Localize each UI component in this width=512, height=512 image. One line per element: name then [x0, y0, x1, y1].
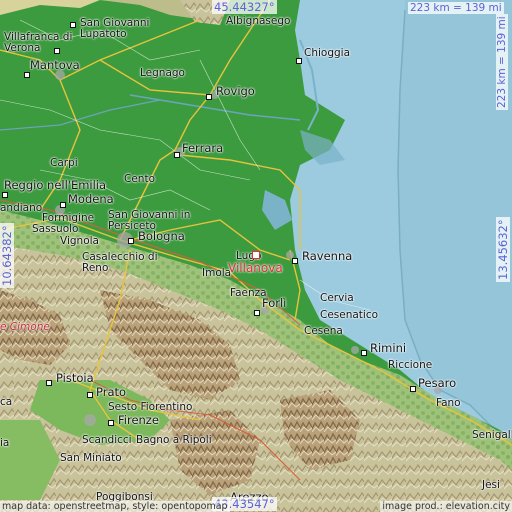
scale-right: 223 km = 139 mi — [496, 14, 508, 110]
coord-top: 45.44327° — [212, 0, 277, 14]
place-dot — [2, 192, 8, 198]
place-dot — [60, 202, 66, 208]
target-place-label: Villanova — [228, 261, 283, 275]
place-casalecchio: Casalecchio di Reno — [82, 251, 158, 274]
place-modena: Modena — [68, 192, 114, 206]
place-san-giovanni-lupatoto: San Giovanni Lupatoto — [80, 17, 150, 40]
place-ravenna: Ravenna — [302, 249, 353, 263]
place-imola: Imola — [202, 267, 232, 279]
place-formigine: Formigine — [42, 212, 95, 224]
scale-top: 223 km = 139 mi — [408, 2, 504, 14]
place-scandicci: Scandicci — [82, 434, 132, 446]
coord-right: 13.45632° — [496, 217, 510, 282]
place-legnago: Legnago — [140, 67, 185, 79]
place-dot — [296, 58, 302, 64]
place-cervia: Cervia — [320, 292, 354, 304]
place-dot — [128, 238, 134, 244]
place-dot — [70, 22, 76, 28]
place-pescia: ia — [0, 437, 10, 449]
place-senigallia: Senigalli — [472, 429, 512, 441]
image-credit: image prod.: elevation.city — [380, 501, 512, 512]
place-albignasego: Albignasego — [226, 15, 291, 27]
place-lucca: ca — [0, 396, 13, 408]
place-dot — [174, 152, 180, 158]
place-cesena: Cesena — [304, 325, 343, 337]
peak-monte-cimone: e Cimone — [0, 321, 50, 333]
place-bologna: Bologna — [138, 229, 185, 243]
place-cesenatico: Cesenatico — [320, 309, 379, 321]
place-firenze: Firenze — [118, 413, 159, 427]
place-bagno-a-ripoli: Bagno a Ripoli — [136, 434, 212, 446]
place-san-miniato: San Miniato — [60, 452, 122, 464]
topographic-map[interactable]: San Giovanni Lupatoto Villafranca di Veron… — [0, 0, 512, 512]
place-pesaro: Pesaro — [418, 376, 457, 390]
place-scandiano: andiano — [0, 202, 43, 214]
place-chioggia: Chioggia — [304, 47, 351, 59]
place-dot — [361, 350, 367, 356]
place-carpi: Carpi — [50, 157, 78, 169]
coord-left: 10.64382° — [0, 223, 14, 288]
place-dot — [292, 258, 298, 264]
place-sesto-fiorentino: Sesto Fiorentino — [108, 401, 193, 413]
map-credit: map data: openstreetmap, style: opentopo… — [0, 501, 230, 512]
place-dot — [108, 420, 114, 426]
place-villafranca: Villafranca di Verona — [4, 31, 73, 54]
place-dot — [410, 386, 416, 392]
place-dot — [206, 94, 212, 100]
place-fano: Fano — [436, 397, 461, 409]
place-riccione: Riccione — [388, 359, 433, 371]
place-jesi: Jesi — [482, 479, 500, 491]
place-ferrara: Ferrara — [182, 141, 224, 155]
place-rovigo: Rovigo — [216, 84, 255, 98]
place-pistoia: Pistoia — [56, 371, 94, 385]
location-marker[interactable] — [252, 251, 260, 259]
place-rimini: Rimini — [370, 341, 407, 355]
place-dot — [87, 392, 93, 398]
place-prato: Prato — [96, 385, 127, 399]
place-vignola: Vignola — [60, 235, 99, 247]
place-mantova: Mantova — [30, 58, 80, 72]
place-reggio-emilia: Reggio nell'Emilia — [4, 178, 107, 192]
place-sassuolo: Sassuolo — [32, 223, 79, 235]
place-dot — [54, 48, 60, 54]
place-forli: Forlì — [262, 296, 287, 310]
place-dot — [24, 72, 30, 78]
place-dot — [254, 310, 260, 316]
place-cento: Cento — [124, 173, 155, 185]
place-dot — [46, 380, 52, 386]
